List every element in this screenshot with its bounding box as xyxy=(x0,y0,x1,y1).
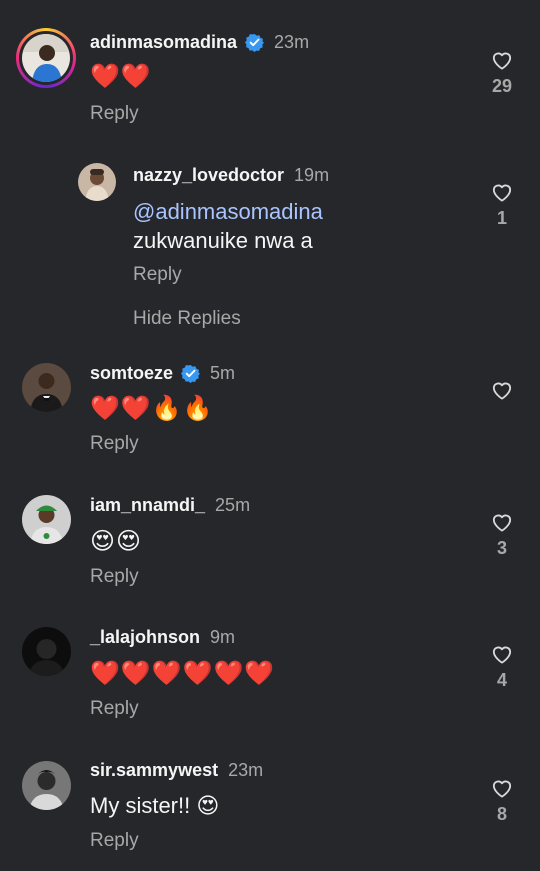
like-button[interactable]: 3 xyxy=(482,512,522,559)
timestamp: 19m xyxy=(294,165,330,185)
like-button[interactable]: 8 xyxy=(482,778,522,825)
comment-meta: _lalajohnson 9m xyxy=(90,627,235,648)
hide-replies-button[interactable]: Hide Replies xyxy=(133,308,241,330)
like-count: 1 xyxy=(496,208,507,228)
avatar[interactable] xyxy=(22,627,71,676)
profile-photo-icon xyxy=(22,627,71,676)
verified-badge-icon xyxy=(181,364,201,383)
timestamp: 23m xyxy=(274,32,310,52)
heart-icon xyxy=(492,184,512,202)
like-count: 3 xyxy=(496,538,507,558)
comment-text: zukwanuike nwa a xyxy=(133,228,313,253)
comment-item: iam_nnamdi_ 25m 😍😍 Reply 3 xyxy=(0,480,540,612)
like-count: 8 xyxy=(496,804,507,824)
reply-button[interactable]: Reply xyxy=(90,698,139,720)
heart-icon xyxy=(492,514,512,532)
avatar[interactable] xyxy=(78,163,116,201)
username[interactable]: sir.sammywest xyxy=(90,760,218,781)
like-button[interactable] xyxy=(482,380,522,400)
username[interactable]: iam_nnamdi_ xyxy=(90,495,205,516)
profile-photo-icon xyxy=(22,363,71,412)
timestamp: 23m xyxy=(228,760,264,780)
profile-photo-icon xyxy=(22,34,70,82)
avatar[interactable] xyxy=(22,34,70,82)
profile-photo-icon xyxy=(78,163,116,201)
comment-meta: iam_nnamdi_ 25m xyxy=(90,495,250,516)
profile-photo-icon xyxy=(22,495,71,544)
like-count: 4 xyxy=(496,670,507,690)
reply-button[interactable]: Reply xyxy=(90,103,139,125)
like-button[interactable]: 4 xyxy=(482,644,522,691)
avatar[interactable] xyxy=(22,761,71,810)
comment-text: My sister!! 😍 xyxy=(90,793,220,818)
timestamp: 9m xyxy=(210,627,236,647)
avatar[interactable] xyxy=(22,495,71,544)
comment-item: sir.sammywest 23m My sister!! 😍 Reply 8 xyxy=(0,742,540,871)
mention-link[interactable]: @adinmasomadina xyxy=(133,199,323,225)
comment-text: ❤️❤️🔥🔥 xyxy=(90,394,214,422)
like-button[interactable]: 1 xyxy=(482,182,522,229)
verified-badge-icon xyxy=(245,33,265,52)
comment-text: ❤️❤️ xyxy=(90,62,152,90)
comment-meta: nazzy_lovedoctor 19m xyxy=(133,165,329,186)
timestamp: 5m xyxy=(210,363,236,383)
comment-item: somtoeze 5m ❤️❤️🔥🔥 Reply xyxy=(0,350,540,480)
reply-button[interactable]: Reply xyxy=(90,830,139,852)
reply-button[interactable]: Reply xyxy=(133,264,182,286)
heart-icon xyxy=(492,646,512,664)
like-count: 29 xyxy=(491,76,513,96)
comment-item: adinmasomadina 23m ❤️❤️ Reply 29 xyxy=(0,0,540,140)
username[interactable]: _lalajohnson xyxy=(90,627,200,648)
heart-icon xyxy=(492,52,512,70)
reply-button[interactable]: Reply xyxy=(90,566,139,588)
comment-meta: somtoeze 5m xyxy=(90,363,235,384)
avatar[interactable] xyxy=(22,363,71,412)
comment-meta: sir.sammywest 23m xyxy=(90,760,263,781)
heart-icon xyxy=(492,382,512,400)
reply-button[interactable]: Reply xyxy=(90,433,139,455)
comment-text: 😍😍 xyxy=(90,527,143,555)
comment-text: ❤️❤️❤️❤️❤️❤️ xyxy=(90,659,276,687)
username[interactable]: somtoeze xyxy=(90,363,173,384)
like-button[interactable]: 29 xyxy=(482,50,522,97)
heart-icon xyxy=(492,780,512,798)
comment-meta: adinmasomadina 23m xyxy=(90,32,309,53)
profile-photo-icon xyxy=(22,761,71,810)
username[interactable]: nazzy_lovedoctor xyxy=(133,165,284,186)
comment-reply-item: nazzy_lovedoctor 19m @adinmasomadina zuk… xyxy=(0,140,540,350)
comment-item: _lalajohnson 9m ❤️❤️❤️❤️❤️❤️ Reply 4 xyxy=(0,612,540,742)
username[interactable]: adinmasomadina xyxy=(90,32,237,53)
timestamp: 25m xyxy=(215,495,251,515)
